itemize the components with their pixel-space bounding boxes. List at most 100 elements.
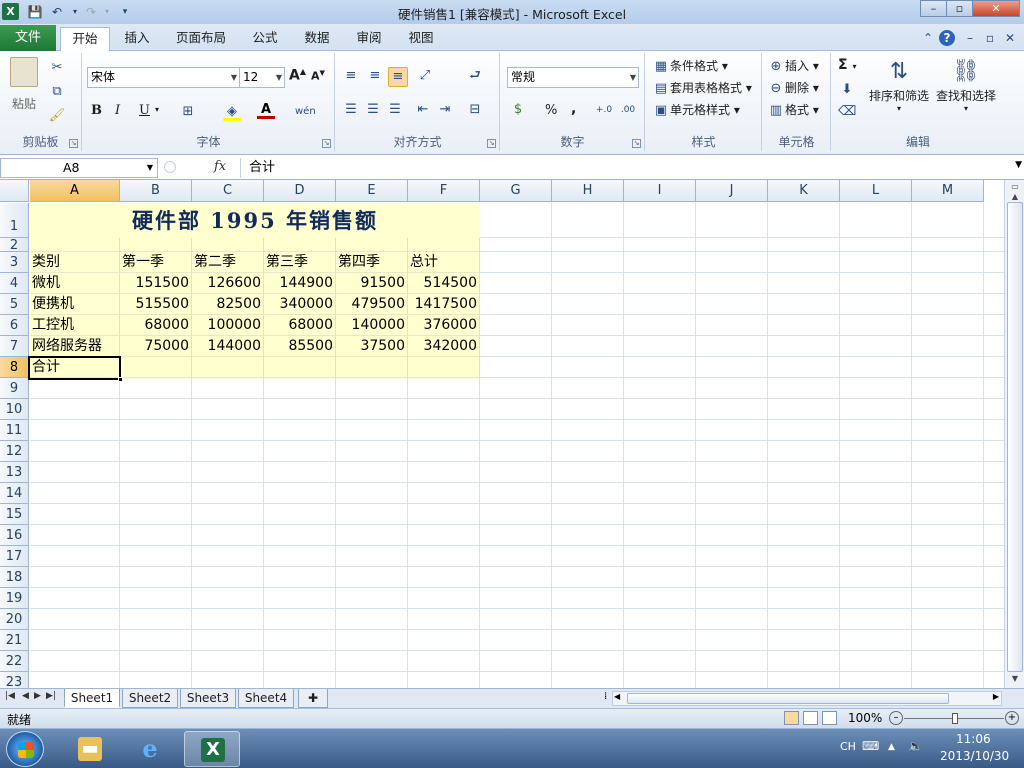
row-header-17[interactable]: 17 xyxy=(0,546,29,567)
doc-restore-icon[interactable]: ▫ xyxy=(982,30,998,46)
find-select-button[interactable]: ⛓ 查找和选择 ▾ xyxy=(934,57,998,113)
category-cell[interactable]: 便携机 xyxy=(30,294,120,315)
value-cell[interactable]: 376000 xyxy=(408,315,480,336)
increase-indent-button[interactable]: ⇥ xyxy=(436,101,454,119)
row-header-3[interactable]: 3 xyxy=(0,252,29,273)
font-color-button[interactable]: A xyxy=(257,101,275,119)
autosum-button[interactable]: Σ ▾ xyxy=(838,57,856,73)
insert-function-button[interactable]: fx xyxy=(214,159,226,174)
column-header-k[interactable]: K xyxy=(768,180,840,202)
header-cell[interactable]: 第二季 xyxy=(192,252,264,273)
row-header-10[interactable]: 10 xyxy=(0,399,29,420)
fill-handle[interactable] xyxy=(118,377,123,382)
category-cell[interactable]: 微机 xyxy=(30,273,120,294)
tab-view[interactable]: 视图 xyxy=(396,27,446,51)
volume-icon[interactable]: 🔈 xyxy=(908,739,923,753)
value-cell[interactable]: 340000 xyxy=(264,294,336,315)
row-header-13[interactable]: 13 xyxy=(0,462,29,483)
tab-file[interactable]: 文件 xyxy=(0,25,56,51)
zoom-out-icon[interactable]: – xyxy=(889,711,903,725)
decrease-decimal-button[interactable]: .00 xyxy=(619,101,637,119)
split-box-icon[interactable]: ▭ xyxy=(1007,182,1023,191)
clock-date[interactable]: 2013/10/30 xyxy=(940,749,1009,763)
format-as-table-button[interactable]: ▤ 套用表格格式 ▾ xyxy=(652,79,752,98)
formula-input[interactable]: 合计 xyxy=(240,158,1010,178)
show-hidden-icons[interactable]: ▲ xyxy=(888,742,895,752)
page-break-view-button[interactable] xyxy=(822,711,837,725)
next-sheet-icon[interactable]: ▶ xyxy=(34,691,41,701)
decrease-indent-button[interactable]: ⇤ xyxy=(414,101,432,119)
tab-data[interactable]: 数据 xyxy=(292,27,342,51)
help-icon[interactable]: ? xyxy=(939,30,955,46)
format-cells-button[interactable]: ▥ 格式 ▾ xyxy=(767,101,819,120)
font-size-combo[interactable]: 12 ▼ xyxy=(239,67,285,88)
zoom-slider-knob[interactable] xyxy=(952,713,958,724)
row-header-7[interactable]: 7 xyxy=(0,336,29,357)
row-header-22[interactable]: 22 xyxy=(0,651,29,672)
row-header-18[interactable]: 18 xyxy=(0,567,29,588)
column-header-h[interactable]: H xyxy=(552,180,624,202)
keyboard-icon[interactable]: ⌨ xyxy=(862,739,879,753)
column-header-d[interactable]: D xyxy=(264,180,336,202)
value-cell[interactable]: 37500 xyxy=(336,336,408,357)
zoom-level[interactable]: 100% xyxy=(848,711,882,725)
row-header-21[interactable]: 21 xyxy=(0,630,29,651)
align-top-button[interactable]: ≡ xyxy=(342,67,360,85)
row-header-15[interactable]: 15 xyxy=(0,504,29,525)
value-cell[interactable]: 100000 xyxy=(192,315,264,336)
value-cell[interactable]: 140000 xyxy=(336,315,408,336)
borders-button[interactable]: ⊞ xyxy=(179,103,197,121)
value-cell[interactable]: 342000 xyxy=(408,336,480,357)
horizontal-scrollbar[interactable]: ◀ ▶ xyxy=(612,691,1002,706)
clipboard-launcher-icon[interactable]: ↘ xyxy=(69,139,78,148)
insert-cells-button[interactable]: ⊕ 插入 ▾ xyxy=(767,57,819,76)
row-header-9[interactable]: 9 xyxy=(0,378,29,399)
tab-split-handle[interactable]: ⁞ xyxy=(604,691,607,702)
row-header-12[interactable]: 12 xyxy=(0,441,29,462)
column-header-m[interactable]: M xyxy=(912,180,984,202)
orientation-button[interactable]: ⤢ xyxy=(416,67,434,85)
column-header-b[interactable]: B xyxy=(120,180,192,202)
wrap-text-button[interactable]: ⮐ xyxy=(466,67,484,85)
excel-taskbar-button[interactable]: X xyxy=(184,731,240,767)
row-header-4[interactable]: 4 xyxy=(0,273,29,294)
row-header-14[interactable]: 14 xyxy=(0,483,29,504)
spreadsheet-grid[interactable]: ABCDEFGHIJKLM 1 2 3 4 5 6 7 8 9 10 11 12 13 14 15 16 17 1… xyxy=(0,180,1004,688)
value-cell[interactable]: 82500 xyxy=(192,294,264,315)
doc-close-icon[interactable]: ✕ xyxy=(1002,30,1018,46)
header-cell[interactable]: 第三季 xyxy=(264,252,336,273)
column-header-e[interactable]: E xyxy=(336,180,408,202)
align-bottom-button[interactable]: ≡ xyxy=(388,67,408,87)
restore-button[interactable]: ▫ xyxy=(946,0,973,17)
column-header-c[interactable]: C xyxy=(192,180,264,202)
column-header-j[interactable]: J xyxy=(696,180,768,202)
value-cell[interactable]: 514500 xyxy=(408,273,480,294)
header-cell[interactable]: 第一季 xyxy=(120,252,192,273)
comma-button[interactable]: , xyxy=(571,101,576,117)
scroll-up-icon[interactable]: ▲ xyxy=(1007,192,1023,201)
ie-taskbar-button[interactable]: e xyxy=(122,731,178,767)
align-left-button[interactable]: ☰ xyxy=(342,101,360,119)
cell-styles-button[interactable]: ▣ 单元格样式 ▾ xyxy=(652,101,740,120)
sheet-title-cell[interactable]: 硬件部 1995 年销售额 xyxy=(30,203,480,238)
grow-font-button[interactable]: A▲ xyxy=(289,67,306,84)
name-box[interactable]: A8 ▼ xyxy=(0,158,158,178)
value-cell[interactable]: 144900 xyxy=(264,273,336,294)
fill-color-button[interactable]: ◈ xyxy=(223,103,241,121)
paste-button[interactable]: 粘贴 xyxy=(6,57,42,117)
value-cell[interactable]: 68000 xyxy=(264,315,336,336)
sheet-tab-sheet4[interactable]: Sheet4 xyxy=(238,689,294,708)
value-cell[interactable]: 479500 xyxy=(336,294,408,315)
doc-minimize-icon[interactable]: – xyxy=(962,30,978,46)
alignment-launcher-icon[interactable]: ↘ xyxy=(487,139,496,148)
value-cell[interactable]: 1417500 xyxy=(408,294,480,315)
column-header-l[interactable]: L xyxy=(840,180,912,202)
clear-button[interactable]: ⌫ xyxy=(838,103,856,121)
row-header-16[interactable]: 16 xyxy=(0,525,29,546)
explorer-taskbar-button[interactable]: ▬ xyxy=(62,731,118,767)
tab-home[interactable]: 开始 xyxy=(60,27,110,51)
page-layout-view-button[interactable] xyxy=(803,711,818,725)
underline-dropdown-icon[interactable]: ▾ xyxy=(155,105,159,114)
number-format-combo[interactable]: 常规 ▼ xyxy=(507,67,639,88)
row-header-5[interactable]: 5 xyxy=(0,294,29,315)
